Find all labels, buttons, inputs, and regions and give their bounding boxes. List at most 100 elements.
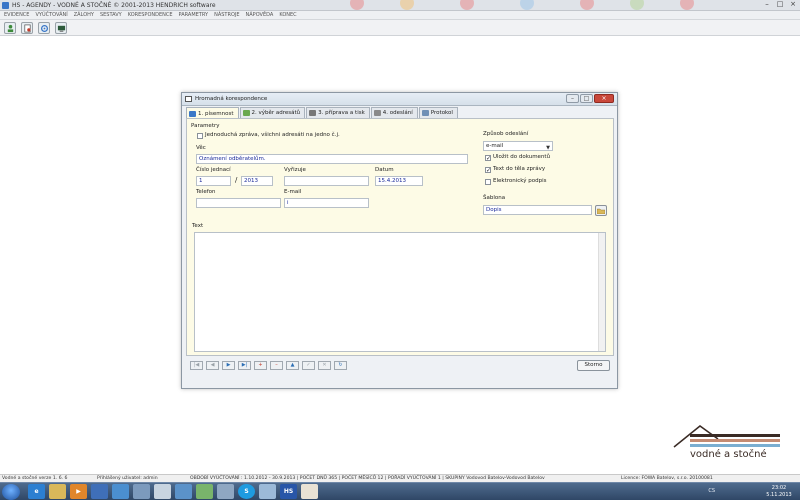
taskbar-ie-app[interactable]: e xyxy=(28,484,45,499)
browse-template-button[interactable] xyxy=(595,205,607,216)
taskbar-app-6[interactable] xyxy=(133,484,150,499)
next-record-button[interactable]: ▶ xyxy=(222,360,235,370)
taskbar-app-7[interactable] xyxy=(154,484,171,499)
taskbar-app-4[interactable] xyxy=(91,484,108,499)
menu-sestavy[interactable]: SESTAVY xyxy=(100,11,122,19)
menu-zalohy[interactable]: ZÁLOHY xyxy=(74,11,94,19)
taskbar-explorer-app[interactable] xyxy=(49,484,66,499)
dialog-maximize-button[interactable]: □ xyxy=(580,94,593,103)
storno-button[interactable]: Storno xyxy=(577,360,610,371)
close-button[interactable]: × xyxy=(787,0,799,9)
minimize-button[interactable]: – xyxy=(761,0,773,9)
tab-vyber-adresatu[interactable]: 2. výběr adresátů xyxy=(239,107,306,118)
taskbar-hs-app[interactable]: HS xyxy=(280,484,297,499)
printer-icon xyxy=(309,110,317,116)
confirm-record-button[interactable]: ✓ xyxy=(302,360,315,370)
cancel-record-button[interactable]: ✕ xyxy=(318,360,331,370)
toolbar-person-button[interactable] xyxy=(4,22,16,34)
handler-label: Vyřizuje xyxy=(284,167,306,173)
mass-correspondence-dialog: Hromadná korespondence – □ × 1. písemnos… xyxy=(181,92,618,389)
reference-label: Číslo jednací xyxy=(196,167,231,173)
toolbar-monitor-button[interactable] xyxy=(55,22,67,34)
tab-priprava-a-tisk[interactable]: 3. příprava a tisk xyxy=(306,107,370,118)
save-to-documents-label: Uložit do dokumentů xyxy=(493,154,551,160)
letter-icon xyxy=(189,110,196,117)
tab-protokol[interactable]: Protokol xyxy=(418,107,458,118)
date-label: Datum xyxy=(375,167,394,173)
dialog-title: Hromadná korespondence xyxy=(195,96,268,102)
taskbar: e ▶ S HS CS 23:02 5.11.2013 xyxy=(0,482,800,500)
toolbar-document-button[interactable] xyxy=(21,22,33,34)
toolbar-settings-button[interactable] xyxy=(38,22,50,34)
dialog-minimize-button[interactable]: – xyxy=(566,94,579,103)
last-record-button[interactable]: ▶| xyxy=(238,360,251,370)
text-in-body-checkbox[interactable]: ✓ xyxy=(485,167,491,174)
subject-label: Věc xyxy=(196,145,206,151)
text-editor-scrollbar[interactable] xyxy=(598,233,605,351)
section-parametry-label: Parametry xyxy=(191,123,220,129)
reference-year-input[interactable]: 2013 xyxy=(241,176,273,186)
refresh-record-button[interactable]: ↻ xyxy=(334,360,347,370)
toolbar xyxy=(0,20,800,36)
single-message-checkbox[interactable] xyxy=(197,133,203,139)
phone-input[interactable] xyxy=(196,198,281,208)
send-method-label: Způsob odeslání xyxy=(483,131,529,137)
menu-parametry[interactable]: PARAMETRY xyxy=(179,11,209,19)
previous-record-button[interactable]: ◀ xyxy=(206,360,219,370)
logo-brand-text: vodné a stočné xyxy=(690,449,767,460)
edit-record-button[interactable]: ▲ xyxy=(286,360,299,370)
app-icon xyxy=(2,2,9,9)
taskbar-app-12[interactable] xyxy=(259,484,276,499)
protocol-icon xyxy=(421,110,429,116)
titlebar-decoration xyxy=(330,0,760,11)
language-indicator[interactable]: CS xyxy=(708,488,715,494)
template-input[interactable]: Dopis xyxy=(483,205,592,215)
tab-odeslani[interactable]: 4. odeslání xyxy=(370,107,418,118)
tab-content: Parametry Jednoduchá zpráva, všichni adr… xyxy=(186,118,614,356)
logo-graphic xyxy=(673,425,780,448)
dialog-tabs: 1. písemnost 2. výběr adresátů 3. přípra… xyxy=(186,107,459,119)
reference-number-input[interactable]: 1 xyxy=(196,176,231,186)
email-input[interactable]: i xyxy=(284,198,369,208)
dialog-close-button[interactable]: × xyxy=(594,94,614,103)
first-record-button[interactable]: |◀ xyxy=(190,360,203,370)
menu-vyuctovani[interactable]: VYÚČTOVÁNÍ xyxy=(35,11,67,19)
save-to-documents-checkbox[interactable]: ✓ xyxy=(485,155,491,162)
folder-icon xyxy=(597,208,605,214)
menu-nastroje[interactable]: NÁSTROJE xyxy=(214,11,239,19)
send-method-select[interactable]: e-mail ▼ xyxy=(483,141,553,151)
envelope-icon xyxy=(373,110,381,116)
start-button[interactable] xyxy=(2,484,20,500)
taskbar-skype-app[interactable]: S xyxy=(238,484,255,499)
delete-record-button[interactable]: – xyxy=(270,360,283,370)
tab-label: 1. písemnost xyxy=(198,110,234,117)
handler-input[interactable] xyxy=(284,176,369,186)
text-editor[interactable] xyxy=(194,232,606,352)
menu-konec[interactable]: KONEC xyxy=(279,11,296,19)
menu-bar: EVIDENCE VYÚČTOVÁNÍ ZÁLOHY SESTAVY KORES… xyxy=(0,11,800,20)
add-record-button[interactable]: + xyxy=(254,360,267,370)
date-input[interactable]: 15.4.2013 xyxy=(375,176,423,186)
maximize-button[interactable]: □ xyxy=(774,0,786,9)
app-titlebar: HS - AGENDY - VODNÉ A STOČNÉ © 2001-2013… xyxy=(0,0,800,11)
taskbar-media-app[interactable]: ▶ xyxy=(70,484,87,499)
taskbar-app-10[interactable] xyxy=(217,484,234,499)
menu-napoveda[interactable]: NÁPOVĚDA xyxy=(246,11,274,19)
taskbar-app-9[interactable] xyxy=(196,484,213,499)
person-icon xyxy=(7,24,13,32)
taskbar-app-8[interactable] xyxy=(175,484,192,499)
menu-korespondence[interactable]: KORESPONDENCE xyxy=(128,11,173,19)
template-label: Šablona xyxy=(483,195,506,201)
e-signature-checkbox[interactable] xyxy=(485,179,491,185)
taskbar-app-5[interactable] xyxy=(112,484,129,499)
clock[interactable]: 23:02 5.11.2013 xyxy=(763,485,795,499)
taskbar-apps: e ▶ S HS xyxy=(28,484,322,499)
tab-label: 4. odeslání xyxy=(382,110,413,116)
system-tray: CS 23:02 5.11.2013 xyxy=(687,484,797,500)
menu-evidence[interactable]: EVIDENCE xyxy=(4,11,29,19)
subject-input[interactable]: Oznámení odběratelům. xyxy=(196,154,468,164)
app-title: HS - AGENDY - VODNÉ A STOČNÉ © 2001-2013… xyxy=(12,2,216,9)
email-label: E-mail xyxy=(284,189,302,195)
vodne-a-stocne-logo: vodné a stočné xyxy=(670,421,785,467)
taskbar-vodne-app[interactable] xyxy=(301,484,318,499)
